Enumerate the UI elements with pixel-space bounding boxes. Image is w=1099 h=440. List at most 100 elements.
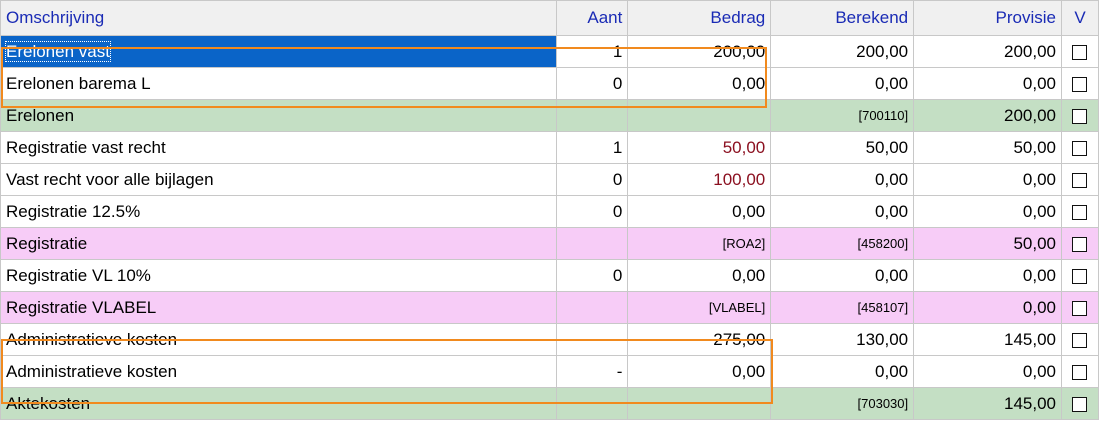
v-checkbox[interactable] [1072, 44, 1088, 60]
calculated-cell: 0,00 [770, 195, 915, 228]
v-checkbox[interactable] [1072, 236, 1088, 252]
description-cell[interactable]: Administratieve kosten [0, 323, 558, 356]
v-checkbox[interactable] [1072, 172, 1088, 188]
commission-cell: 50,00 [913, 227, 1062, 260]
amount-cell[interactable]: 275,00 [627, 323, 772, 356]
fee-grid: Omschrijving Aant Bedrag Berekend Provis… [0, 0, 1099, 440]
calculated-cell: 0,00 [770, 259, 915, 292]
count-cell [556, 227, 629, 260]
amount-cell[interactable]: 200,00 [627, 35, 772, 68]
amount-cell[interactable]: 50,00 [627, 131, 772, 164]
count-cell [556, 291, 629, 324]
v-cell [1060, 163, 1099, 196]
commission-cell: 0,00 [913, 291, 1062, 324]
commission-cell: 0,00 [913, 259, 1062, 292]
table-row[interactable]: Erelonen barema L 0 0,00 0,00 0,00 [0, 67, 1099, 100]
description-cell[interactable]: Registratie VLABEL [0, 291, 558, 324]
v-cell [1060, 195, 1099, 228]
count-cell[interactable]: - [556, 323, 629, 356]
table-row[interactable]: Erelonen vast 1 200,00 200,00 200,00 [0, 35, 1099, 68]
fee-table: Omschrijving Aant Bedrag Berekend Provis… [0, 0, 1099, 420]
commission-cell: 145,00 [913, 387, 1062, 420]
v-checkbox[interactable] [1072, 364, 1088, 380]
description-cell[interactable]: Aktekosten [0, 387, 558, 420]
commission-cell: 0,00 [913, 195, 1062, 228]
account-code-cell: [700110] [770, 99, 915, 132]
v-cell [1060, 131, 1099, 164]
calculated-cell: 0,00 [770, 67, 915, 100]
v-cell [1060, 291, 1099, 324]
v-cell [1060, 323, 1099, 356]
table-row[interactable]: Vast recht voor alle bijlagen 0 100,00 0… [0, 163, 1099, 196]
count-cell[interactable]: 0 [556, 259, 629, 292]
table-row[interactable]: Registratie vast recht 1 50,00 50,00 50,… [0, 131, 1099, 164]
amount-cell[interactable]: 0,00 [627, 195, 772, 228]
amount-cell [627, 99, 772, 132]
description-cell[interactable]: Registratie VL 10% [0, 259, 558, 292]
v-checkbox[interactable] [1072, 268, 1088, 284]
commission-cell: 200,00 [913, 35, 1062, 68]
v-checkbox[interactable] [1072, 140, 1088, 156]
description-cell[interactable]: Administratieve kosten [0, 355, 558, 388]
header-row: Omschrijving Aant Bedrag Berekend Provis… [0, 0, 1099, 36]
group-row[interactable]: Aktekosten [703030] 145,00 [0, 387, 1099, 420]
account-code-cell: [703030] [770, 387, 915, 420]
v-checkbox[interactable] [1072, 76, 1088, 92]
v-cell [1060, 99, 1099, 132]
count-cell[interactable]: 0 [556, 163, 629, 196]
description-cell[interactable]: Registratie vast recht [0, 131, 558, 164]
v-checkbox[interactable] [1072, 396, 1088, 412]
amount-cell [627, 387, 772, 420]
v-checkbox[interactable] [1072, 108, 1088, 124]
commission-cell: 0,00 [913, 163, 1062, 196]
calculated-cell: 50,00 [770, 131, 915, 164]
commission-cell: 50,00 [913, 131, 1062, 164]
table-row[interactable]: Administratieve kosten - 275,00 130,00 1… [0, 323, 1099, 356]
count-cell [556, 99, 629, 132]
column-header-amount[interactable]: Bedrag [627, 0, 772, 36]
column-header-calculated[interactable]: Berekend [770, 0, 915, 36]
count-cell[interactable]: 0 [556, 67, 629, 100]
description-cell[interactable]: Erelonen barema L [0, 67, 558, 100]
count-cell[interactable]: 1 [556, 131, 629, 164]
v-checkbox[interactable] [1072, 204, 1088, 220]
amount-cell[interactable]: 0,00 [627, 67, 772, 100]
v-cell [1060, 227, 1099, 260]
amount-cell[interactable]: 0,00 [627, 259, 772, 292]
calculated-cell: 0,00 [770, 163, 915, 196]
group-row[interactable]: Registratie VLABEL [VLABEL] [458107] 0,0… [0, 291, 1099, 324]
column-header-count[interactable]: Aant [556, 0, 629, 36]
count-cell[interactable]: 0 [556, 195, 629, 228]
table-row[interactable]: Administratieve kosten - 0,00 0,00 0,00 [0, 355, 1099, 388]
description-cell[interactable]: Vast recht voor alle bijlagen [0, 163, 558, 196]
v-cell [1060, 355, 1099, 388]
count-cell[interactable]: - [556, 355, 629, 388]
v-checkbox[interactable] [1072, 332, 1088, 348]
group-row[interactable]: Registratie [ROA2] [458200] 50,00 [0, 227, 1099, 260]
commission-cell: 0,00 [913, 355, 1062, 388]
amount-code-cell: [VLABEL] [627, 291, 772, 324]
group-row[interactable]: Erelonen [700110] 200,00 [0, 99, 1099, 132]
v-cell [1060, 259, 1099, 292]
count-cell [556, 387, 629, 420]
description-cell[interactable]: Registratie 12.5% [0, 195, 558, 228]
v-cell [1060, 387, 1099, 420]
calculated-cell: 130,00 [770, 323, 915, 356]
count-cell[interactable]: 1 [556, 35, 629, 68]
amount-code-cell: [ROA2] [627, 227, 772, 260]
description-cell[interactable]: Registratie [0, 227, 558, 260]
description-cell[interactable]: Erelonen vast [0, 35, 558, 68]
description-text: Erelonen vast [5, 40, 111, 62]
v-checkbox[interactable] [1072, 300, 1088, 316]
column-header-v[interactable]: V [1060, 0, 1099, 36]
table-row[interactable]: Registratie 12.5% 0 0,00 0,00 0,00 [0, 195, 1099, 228]
column-header-description[interactable]: Omschrijving [0, 0, 558, 36]
column-header-commission[interactable]: Provisie [913, 0, 1062, 36]
amount-cell[interactable]: 100,00 [627, 163, 772, 196]
v-cell [1060, 35, 1099, 68]
table-row[interactable]: Registratie VL 10% 0 0,00 0,00 0,00 [0, 259, 1099, 292]
account-code-cell: [458200] [770, 227, 915, 260]
calculated-cell: 0,00 [770, 355, 915, 388]
amount-cell[interactable]: 0,00 [627, 355, 772, 388]
description-cell[interactable]: Erelonen [0, 99, 558, 132]
